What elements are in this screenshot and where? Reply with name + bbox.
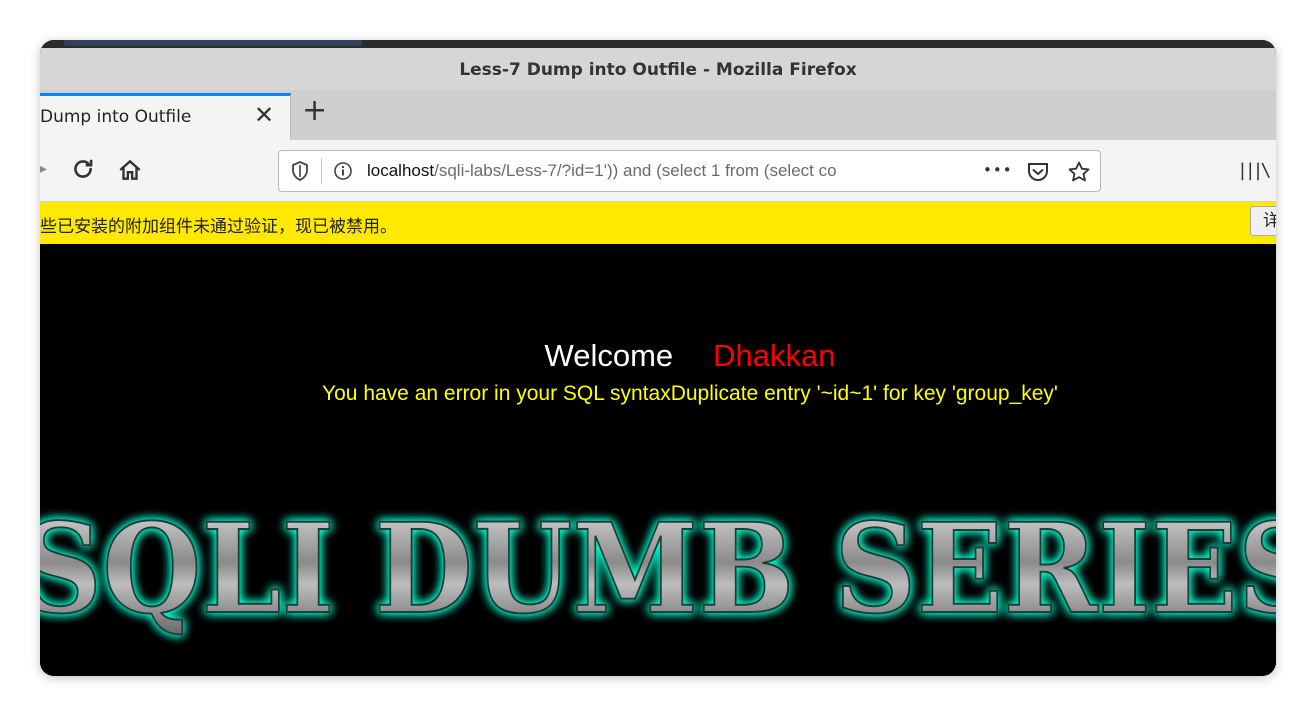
new-tab-button[interactable]: + bbox=[302, 96, 327, 126]
url-text[interactable]: localhost/sqli-labs/Less-7/?id=1')) and … bbox=[367, 161, 927, 181]
reload-icon[interactable] bbox=[70, 156, 96, 186]
user-name: Dhakkan bbox=[713, 338, 836, 373]
notification-text: 些已安装的附加组件未通过验证，现已被禁用。 bbox=[40, 217, 397, 237]
window-title: Less-7 Dump into Outfile - Mozilla Firef… bbox=[459, 60, 857, 80]
browser-window: Less-7 Dump into Outfile - Mozilla Firef… bbox=[40, 40, 1276, 676]
welcome-line: Welcome Dhakkan bbox=[40, 338, 1276, 374]
info-icon[interactable] bbox=[333, 161, 353, 185]
sqli-dumb-series-logo: SQLI DUMB SERIES bbox=[40, 496, 1276, 643]
library-icon[interactable]: |||\ bbox=[1237, 160, 1271, 181]
tab-bar: Dump into Outfile ✕ + bbox=[40, 90, 1276, 140]
taskbar-segment bbox=[64, 40, 362, 46]
back-arrow-icon[interactable]: ▸ bbox=[40, 158, 47, 179]
url-path: /sqli-labs/Less-7/?id=1')) and (select 1… bbox=[434, 161, 837, 180]
tab-title: Dump into Outfile bbox=[40, 107, 192, 127]
close-icon[interactable]: ✕ bbox=[254, 103, 274, 127]
notification-bar: 些已安装的附加组件未通过验证，现已被禁用。 详 bbox=[40, 202, 1276, 244]
navigation-toolbar: ▸ localhost/sqli-labs/Less-7/?id=1')) an… bbox=[40, 140, 1276, 202]
banner-text: SQLI DUMB SERIES bbox=[40, 497, 1276, 642]
welcome-label: Welcome bbox=[544, 338, 674, 373]
window-top-strip bbox=[40, 40, 1276, 48]
error-message: You have an error in your SQL syntaxDupl… bbox=[322, 382, 1058, 405]
tab-active[interactable]: Dump into Outfile ✕ bbox=[40, 93, 291, 140]
pocket-icon[interactable] bbox=[1026, 161, 1050, 187]
notification-button[interactable]: 详 bbox=[1250, 206, 1276, 236]
shield-icon[interactable] bbox=[291, 161, 309, 185]
url-bar[interactable]: localhost/sqli-labs/Less-7/?id=1')) and … bbox=[278, 150, 1101, 192]
more-actions-button[interactable]: ••• bbox=[983, 161, 1013, 179]
url-host: localhost bbox=[367, 161, 435, 180]
title-bar: Less-7 Dump into Outfile - Mozilla Firef… bbox=[40, 48, 1276, 90]
bookmark-star-icon[interactable] bbox=[1067, 160, 1091, 188]
url-fade bbox=[869, 153, 939, 189]
home-icon[interactable] bbox=[117, 157, 143, 187]
page-content: Welcome Dhakkan You have an error in your… bbox=[40, 244, 1276, 676]
url-separator bbox=[321, 158, 322, 184]
